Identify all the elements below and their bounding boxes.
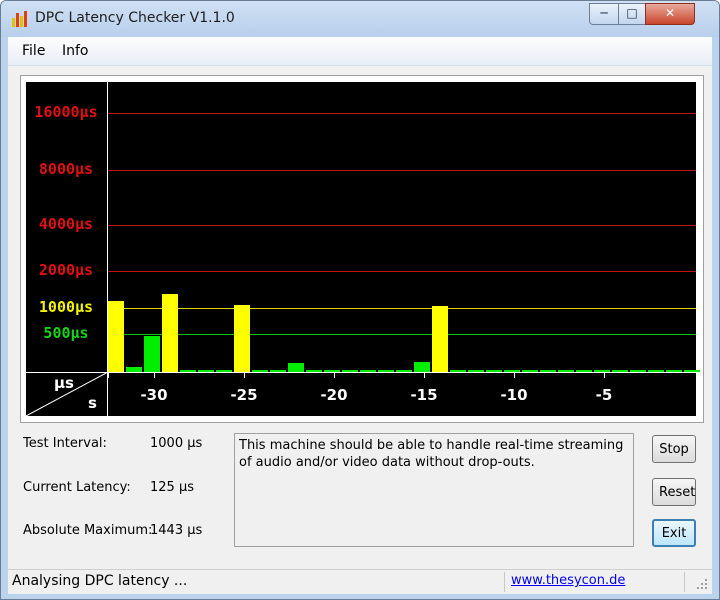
status-separator [504, 572, 505, 592]
absolute-maximum-label: Absolute Maximum: [23, 523, 153, 538]
client-area: File Info 16000µs 8000µs 4000µs 2000µs 1… [8, 37, 712, 594]
gridline-8000 [108, 170, 696, 171]
absolute-maximum-value: 1443 µs [150, 523, 203, 538]
minimize-button[interactable]: ─ [589, 3, 619, 25]
x-label-minus5: -5 [595, 386, 613, 404]
current-latency-value: 125 µs [150, 480, 194, 495]
exit-button[interactable]: Exit [652, 519, 696, 547]
gridline-4000 [108, 225, 696, 226]
menu-bar: File Info [8, 37, 712, 66]
axis-corner: µs s [26, 372, 108, 416]
close-button[interactable]: ✕ [645, 3, 695, 25]
latency-graph-frame: 16000µs 8000µs 4000µs 2000µs 1000µs 500µ… [20, 75, 704, 423]
resize-grip-icon[interactable] [696, 578, 708, 590]
status-separator [684, 572, 685, 592]
y-label-16000: 16000µs [34, 103, 98, 121]
y-label-2000: 2000µs [38, 261, 94, 279]
x-tick [514, 372, 515, 378]
app-icon [12, 11, 27, 27]
x-tick [424, 372, 425, 378]
gridline-2000 [108, 271, 696, 272]
x-tick [604, 372, 605, 378]
x-tick [108, 372, 109, 378]
y-label-4000: 4000µs [38, 215, 94, 233]
menu-info[interactable]: Info [62, 43, 89, 59]
latency-bar [414, 361, 430, 372]
x-label-minus25: -25 [230, 386, 258, 404]
website-link[interactable]: www.thesycon.de [511, 573, 625, 588]
latency-graph: 16000µs 8000µs 4000µs 2000µs 1000µs 500µ… [26, 82, 700, 416]
status-text: Analysing DPC latency ... [12, 573, 188, 589]
latency-bar [108, 300, 124, 372]
app-window: DPC Latency Checker V1.1.0 ─ □ ✕ File In… [0, 0, 720, 600]
title-bar[interactable]: DPC Latency Checker V1.1.0 ─ □ ✕ [1, 1, 719, 37]
x-axis: -30 -25 -20 -15 -10 -5 [108, 372, 696, 416]
result-message: This machine should be able to handle re… [234, 433, 634, 547]
maximize-button[interactable]: □ [618, 3, 646, 25]
latency-bar [288, 363, 304, 372]
gridline-500 [108, 334, 696, 335]
x-label-minus15: -15 [410, 386, 438, 404]
test-interval-value: 1000 µs [150, 436, 203, 451]
gridline-16000 [108, 113, 696, 114]
stop-button[interactable]: Stop [652, 435, 696, 463]
y-label-500: 500µs [43, 324, 89, 342]
latency-bar [144, 336, 160, 372]
x-label-minus20: -20 [320, 386, 348, 404]
latency-bar [162, 294, 178, 372]
latency-bar [432, 306, 448, 372]
x-tick [334, 372, 335, 378]
test-interval-label: Test Interval: [23, 436, 107, 451]
reset-button[interactable]: Reset [652, 478, 696, 506]
window-title: DPC Latency Checker V1.1.0 [35, 10, 235, 26]
latency-bar [234, 305, 250, 372]
x-unit-label: s [88, 394, 97, 412]
x-tick [154, 372, 155, 378]
gridline-1000 [108, 308, 696, 309]
y-label-8000: 8000µs [38, 160, 94, 178]
status-bar: Analysing DPC latency ... www.thesycon.d… [8, 569, 712, 594]
current-latency-label: Current Latency: [23, 480, 131, 495]
y-label-1000: 1000µs [38, 298, 94, 316]
menu-file[interactable]: File [22, 43, 45, 59]
x-tick [244, 372, 245, 378]
y-unit-label: µs [54, 374, 74, 392]
x-label-minus30: -30 [140, 386, 168, 404]
x-label-minus10: -10 [500, 386, 528, 404]
